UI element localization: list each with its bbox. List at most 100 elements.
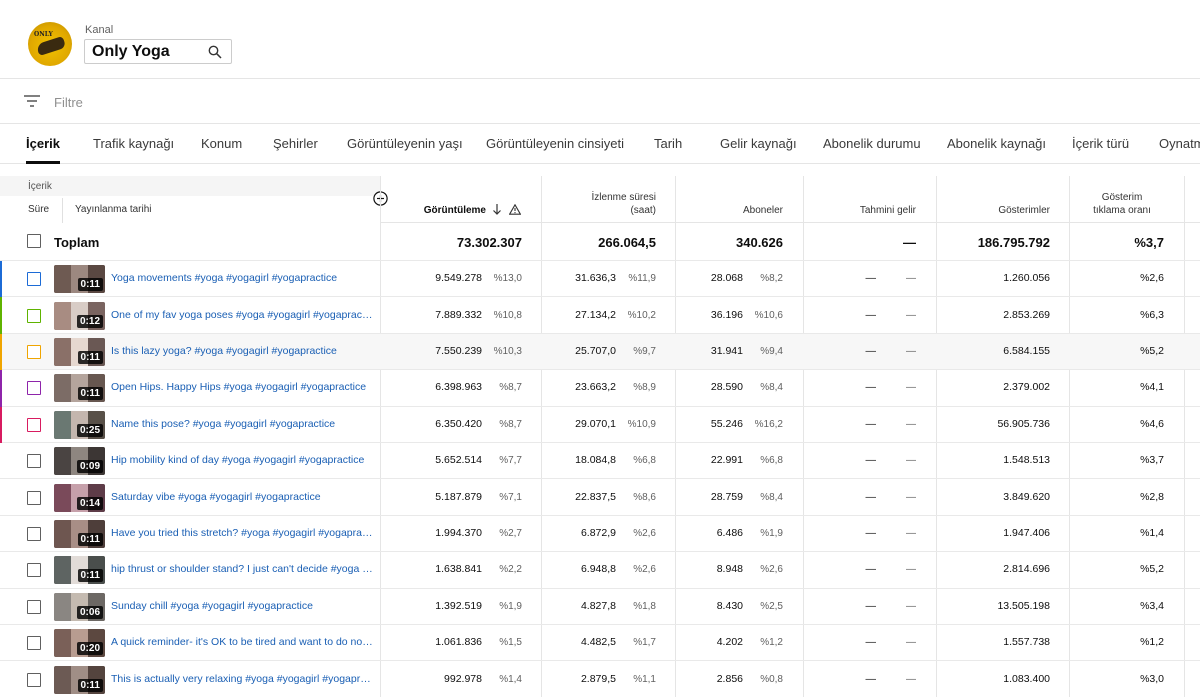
impressions-value: 2.379.002 [1003,381,1050,394]
tab-subscription-status[interactable]: Abonelik durumu [823,136,921,151]
video-title-link[interactable]: Saturday vibe #yoga #yogagirl #yogapract… [111,491,373,503]
channel-selector[interactable]: Only Yoga [84,39,232,64]
video-title-link[interactable]: A quick reminder- it's OK to be tired an… [111,636,373,648]
video-thumbnail[interactable]: 0:11 [54,519,105,548]
search-icon[interactable] [208,45,222,59]
tab-viewer-gender[interactable]: Görüntüleyenin cinsiyeti [486,136,624,151]
sort-down-icon[interactable] [492,204,502,215]
table-row[interactable]: 0:11 Open Hips. Happy Hips #yoga #yogagi… [0,370,1200,407]
tab-subscription-source[interactable]: Abonelik kaynağı [947,136,1046,151]
video-thumbnail[interactable]: 0:09 [54,447,105,476]
video-title-link[interactable]: Is this lazy yoga? #yoga #yogagirl #yoga… [111,345,373,357]
thumbnail-segment [54,519,71,548]
page-header: ONLY Kanal Only Yoga [0,0,1200,79]
row-checkbox[interactable] [27,490,41,505]
table-row[interactable]: 0:06 Sunday chill #yoga #yogagirl #yogap… [0,589,1200,625]
video-title-link[interactable]: One of my fav yoga poses #yoga #yogagirl… [111,309,373,321]
video-title-link[interactable]: This is actually very relaxing #yoga #yo… [111,673,373,685]
table-row[interactable]: 0:11 Yoga movements #yoga #yogagirl #yog… [0,261,1200,298]
table-row[interactable]: 0:11 Is this lazy yoga? #yoga #yogagirl … [0,333,1200,371]
channel-name: Only Yoga [92,43,170,60]
views-value: 992.978 [444,672,482,685]
tab-date[interactable]: Tarih [654,136,682,151]
header-divider [62,198,63,223]
video-title-link[interactable]: Name this pose? #yoga #yogagirl #yogapra… [111,418,373,430]
video-thumbnail[interactable]: 0:11 [54,556,105,585]
row-checkbox[interactable] [27,672,41,687]
subscribers-percent: %2,5 [760,600,783,612]
col-views-header[interactable]: Görüntüleme [400,204,486,217]
row-checkbox[interactable] [27,381,41,396]
table-row[interactable]: 0:09 Hip mobility kind of day #yoga #yog… [0,443,1200,480]
ctr-value: %1,2 [1140,636,1164,649]
video-title-link[interactable]: Open Hips. Happy Hips #yoga #yogagirl #y… [111,381,373,393]
video-thumbnail[interactable]: 0:12 [54,301,105,330]
row-checkbox[interactable] [27,454,41,469]
col-watch-time-header-2[interactable]: (saat) [560,204,656,217]
filter-placeholder[interactable]: Filtre [54,95,83,110]
tab-content-type[interactable]: İçerik türü [1072,136,1129,151]
video-thumbnail[interactable]: 0:14 [54,483,105,512]
revenue-percent: — [906,345,916,357]
col-ctr-header-1[interactable]: Gösterim [1080,191,1164,204]
row-checkbox[interactable] [27,526,41,541]
subscribers-value: 28.590 [710,381,743,394]
subscribers-percent: %8,4 [760,382,783,394]
impressions-value: 2.814.696 [1003,563,1050,576]
row-checkbox[interactable] [27,417,41,432]
row-checkbox[interactable] [27,272,41,287]
tab-traffic-source[interactable]: Trafik kaynağı [93,136,174,151]
tab-cities[interactable]: Şehirler [273,136,318,151]
subscribers-percent: %9,4 [760,345,783,357]
video-thumbnail[interactable]: 0:11 [54,665,105,694]
video-thumbnail[interactable]: 0:25 [54,410,105,439]
active-tab-indicator [26,161,60,164]
total-checkbox[interactable] [27,234,41,248]
table-row[interactable]: 0:25 Name this pose? #yoga #yogagirl #yo… [0,406,1200,443]
col-ctr-header-2[interactable]: tıklama oranı [1080,204,1164,217]
video-thumbnail[interactable]: 0:11 [54,374,105,403]
revenue-percent: — [906,418,916,430]
video-title-link[interactable]: Have you tried this stretch? #yoga #yoga… [111,527,373,539]
revenue-percent: — [906,527,916,539]
table-row[interactable]: 0:12 One of my fav yoga poses #yoga #yog… [0,297,1200,334]
video-title-link[interactable]: Hip mobility kind of day #yoga #yogagirl… [111,454,373,466]
row-checkbox[interactable] [27,563,41,578]
channel-avatar[interactable]: ONLY [28,22,72,66]
col-published-header[interactable]: Yayınlanma tarihi [75,204,152,215]
tab-content[interactable]: İçerik [26,136,60,151]
tab-geography[interactable]: Konum [201,136,242,151]
col-subscribers-header[interactable]: Aboneler [690,204,783,217]
table-row[interactable]: 0:11 This is actually very relaxing #yog… [0,661,1200,697]
col-watch-time-header-1[interactable]: İzlenme süresi [560,191,656,204]
tab-playback[interactable]: Oynatma [1159,136,1200,151]
video-thumbnail[interactable]: 0:11 [54,337,105,366]
watch-time-percent: %8,9 [633,382,656,394]
video-thumbnail[interactable]: 0:20 [54,629,105,658]
subscribers-percent: %10,6 [754,309,783,321]
col-revenue-header[interactable]: Tahmini gelir [816,204,916,217]
subscribers-value: 8.948 [716,563,743,576]
row-checkbox[interactable] [27,344,41,359]
table-row[interactable]: 0:11 hip thrust or shoulder stand? I jus… [0,552,1200,589]
col-impressions-header[interactable]: Gösterimler [950,204,1050,217]
tab-revenue-source[interactable]: Gelir kaynağı [720,136,797,151]
filter-bar[interactable]: Filtre [0,80,1200,124]
video-thumbnail[interactable]: 0:06 [54,592,105,621]
content-group-label: İçerik [28,181,52,192]
row-checkbox[interactable] [27,308,41,323]
video-title-link[interactable]: hip thrust or shoulder stand? I just can… [111,563,373,575]
video-thumbnail[interactable]: 0:11 [54,265,105,294]
video-title-link[interactable]: Yoga movements #yoga #yogagirl #yogaprac… [111,272,373,284]
video-title-link[interactable]: Sunday chill #yoga #yogagirl #yogapracti… [111,600,373,612]
table-row[interactable]: 0:20 A quick reminder- it's OK to be tir… [0,625,1200,662]
col-duration-header[interactable]: Süre [28,204,49,215]
tab-viewer-age[interactable]: Görüntüleyenin yaşı [347,136,463,151]
table-row[interactable]: 0:11 Have you tried this stretch? #yoga … [0,516,1200,553]
row-checkbox[interactable] [27,636,41,651]
table-row[interactable]: 0:14 Saturday vibe #yoga #yogagirl #yoga… [0,479,1200,516]
row-checkbox[interactable] [27,599,41,614]
thumbnail-segment [54,337,71,366]
filter-icon[interactable] [24,94,40,108]
revenue-value: — [865,454,877,467]
